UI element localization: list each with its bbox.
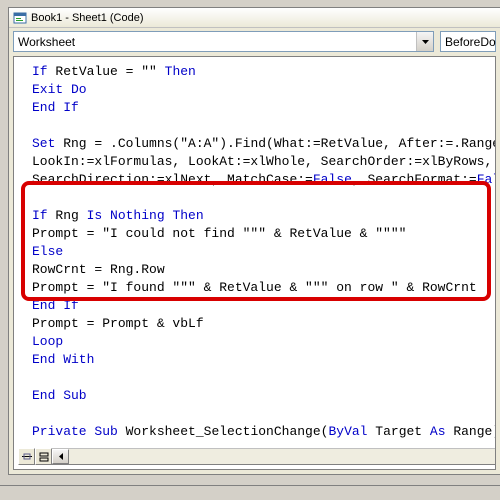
code-window: Book1 - Sheet1 (Code) Worksheet BeforeDo… [8, 7, 500, 475]
code-text[interactable]: If RetValue = "" Then Exit Do End If Set… [14, 57, 495, 447]
code-area[interactable]: If RetValue = "" Then Exit Do End If Set… [13, 56, 496, 470]
window-title: Book1 - Sheet1 (Code) [31, 12, 144, 24]
module-icon [13, 11, 27, 25]
toolbar: Worksheet BeforeDo [9, 28, 500, 56]
procedure-dropdown-value: BeforeDo [445, 35, 496, 49]
procedure-view-button[interactable] [18, 448, 35, 465]
object-dropdown[interactable]: Worksheet [13, 31, 434, 52]
procedure-dropdown[interactable]: BeforeDo [440, 31, 496, 52]
object-dropdown-value: Worksheet [18, 35, 416, 49]
scroll-left-button[interactable] [52, 449, 69, 464]
chevron-down-icon[interactable] [416, 32, 433, 51]
divider [0, 485, 500, 486]
bottom-bar [18, 448, 495, 465]
horizontal-scrollbar[interactable] [52, 448, 495, 465]
titlebar[interactable]: Book1 - Sheet1 (Code) [9, 8, 500, 28]
full-module-view-button[interactable] [35, 448, 52, 465]
